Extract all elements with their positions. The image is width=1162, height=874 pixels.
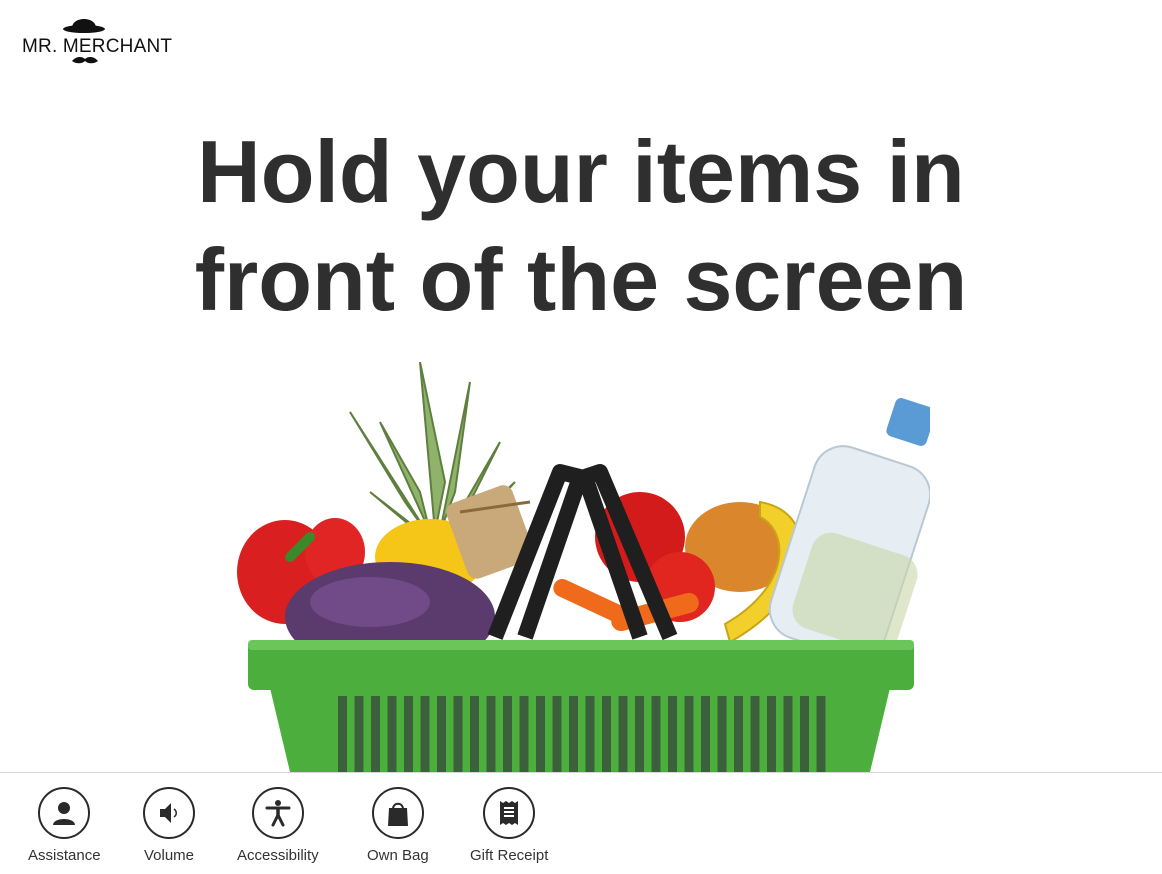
accessibility-label: Accessibility [237, 847, 319, 864]
basket-slot [371, 696, 380, 772]
basket-slot [470, 696, 479, 772]
basket-slot [420, 696, 430, 772]
assistance-label: Assistance [28, 847, 101, 864]
person-icon [53, 802, 76, 825]
basket-slot [437, 696, 446, 772]
own-bag-icon-circle [371, 787, 424, 839]
assistance-button[interactable]: Assistance [28, 787, 101, 864]
accessibility-icon [265, 800, 291, 827]
volume-label: Volume [143, 847, 195, 864]
grocery-basket-illustration [237, 362, 930, 772]
volume-icon-circle [143, 787, 195, 839]
basket-slot [717, 696, 727, 772]
own-bag-label: Own Bag [367, 847, 429, 864]
basket-slot [783, 696, 793, 772]
basket-slot [816, 696, 826, 772]
assistance-icon-circle [38, 787, 91, 839]
mustache-icon [72, 56, 98, 64]
basket-slot [668, 696, 677, 772]
basket-slot [503, 696, 512, 772]
brand-logo: MR. MERCHANT [22, 12, 174, 68]
gift-receipt-label: Gift Receipt [470, 847, 549, 864]
basket-slot [453, 696, 463, 772]
basket-slot [750, 696, 760, 772]
volume-button[interactable]: Volume [143, 787, 195, 864]
basket-slot [800, 696, 809, 772]
basket-slot [684, 696, 694, 772]
basket-slot [569, 696, 578, 772]
basket-slot [552, 696, 562, 772]
page-title: Hold your items in front of the screen [0, 118, 1162, 334]
gift-receipt-button[interactable]: Gift Receipt [470, 787, 548, 864]
bowler-hat-icon [63, 19, 105, 33]
accessibility-button[interactable]: Accessibility [237, 787, 319, 864]
basket-slot [585, 696, 595, 772]
own-bag-button[interactable]: Own Bag [367, 787, 429, 864]
basket-slot [536, 696, 545, 772]
basket-slot [354, 696, 364, 772]
basket-slot [701, 696, 710, 772]
basket-slot [486, 696, 496, 772]
basket-slot [519, 696, 529, 772]
gift-receipt-icon-circle [483, 787, 536, 839]
receipt-icon [500, 801, 519, 825]
brand-name: MR. MERCHANT [22, 36, 173, 57]
title-line-1: Hold your items in [197, 122, 965, 221]
accessibility-icon-circle [251, 787, 304, 839]
basket-slot [404, 696, 413, 772]
basket-slot [618, 696, 628, 772]
basket-slot [734, 696, 743, 772]
basket-slot [651, 696, 661, 772]
title-line-2: front of the screen [194, 230, 968, 329]
bottom-toolbar: Assistance Volume Accessibility Own Bag … [0, 772, 1162, 874]
self-checkout-screen: MR. MERCHANT Hold your items in front of… [0, 0, 1162, 874]
bag-icon [387, 802, 408, 826]
basket-slot [635, 696, 644, 772]
basket-slot [602, 696, 611, 772]
basket-slot [767, 696, 776, 772]
speaker-icon [160, 803, 177, 823]
basket-slot [387, 696, 397, 772]
basket-slot [338, 696, 347, 772]
